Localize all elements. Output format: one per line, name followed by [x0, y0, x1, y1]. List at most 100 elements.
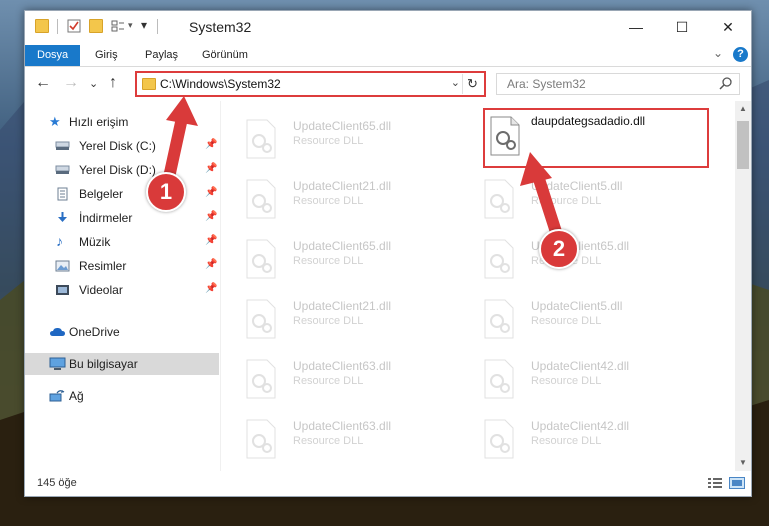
callout-1: 1: [146, 172, 186, 212]
dll-file-icon: [484, 179, 514, 219]
star-icon: ★: [49, 114, 61, 129]
file-tile[interactable]: UpdateClient42.dll Resource DLL: [459, 413, 695, 469]
title-bar: ▾ ▾ System32 — ☐ ✕: [25, 11, 751, 43]
sidebar-item-downloads[interactable]: İndirmeler 📌: [25, 207, 219, 229]
scrollbar-thumb[interactable]: [737, 121, 749, 169]
file-list: UpdateClient65.dll Resource DLL daupdate…: [221, 101, 735, 471]
file-tile-highlighted[interactable]: daupdategsadadio.dll: [483, 108, 709, 168]
file-tile[interactable]: UpdateClient5.dll Resource DLL: [459, 173, 695, 229]
chevron-down-icon[interactable]: ▾: [128, 20, 133, 31]
sidebar-item-label: Ağ: [69, 389, 84, 403]
search-input[interactable]: Ara: System32: [496, 73, 740, 95]
file-tile[interactable]: UpdateClient42.dll Resource DLL: [459, 353, 695, 409]
recent-locations-icon[interactable]: ⌄: [89, 77, 98, 90]
file-name: UpdateClient65.dll: [293, 119, 392, 133]
close-button[interactable]: ✕: [705, 15, 751, 39]
tab-home[interactable]: Giriş: [95, 45, 118, 66]
expand-ribbon-icon[interactable]: ⌄: [713, 46, 723, 60]
tiles-view-icon[interactable]: [729, 477, 745, 489]
pin-icon[interactable]: 📌: [205, 211, 217, 222]
file-name: UpdateClient63.dll: [293, 359, 392, 373]
computer-icon: [49, 357, 66, 370]
dll-file-icon: [490, 116, 520, 156]
sidebar-item-this-pc[interactable]: Bu bilgisayar: [25, 353, 219, 375]
item-count: 145 öğe: [37, 477, 77, 489]
music-icon: ♪: [56, 233, 63, 249]
sidebar-item-music[interactable]: ♪ Müzik 📌: [25, 231, 219, 253]
file-name: UpdateClient42.dll: [531, 359, 630, 373]
file-type: Resource DLL: [531, 435, 602, 447]
refresh-icon[interactable]: ↻: [462, 74, 482, 94]
help-button[interactable]: ?: [733, 47, 748, 62]
drive-icon: [55, 141, 70, 150]
maximize-button[interactable]: ☐: [659, 15, 705, 39]
vertical-scrollbar[interactable]: ▲ ▼: [735, 101, 751, 471]
documents-icon: [57, 187, 68, 201]
pin-icon[interactable]: 📌: [205, 163, 217, 174]
file-type: Resource DLL: [293, 135, 364, 147]
address-path[interactable]: C:\Windows\System32: [160, 77, 281, 91]
sidebar-item-quick-access[interactable]: ★ Hızlı erişim: [25, 111, 219, 133]
file-tile[interactable]: UpdateClient65.dll Resource DLL: [221, 113, 457, 169]
file-explorer-window: ▾ ▾ System32 — ☐ ✕ Dosya Giriş Paylaş Gö…: [24, 10, 752, 497]
up-arrow-icon[interactable]: ↑: [109, 74, 117, 92]
file-tile[interactable]: UpdateClient63.dll Resource DLL: [221, 413, 457, 469]
sidebar-item-documents[interactable]: Belgeler 📌: [25, 183, 219, 205]
file-name: UpdateClient21.dll: [293, 299, 392, 313]
dll-file-icon: [246, 239, 276, 279]
tab-share[interactable]: Paylaş: [145, 45, 178, 66]
sidebar-item-videos[interactable]: Videolar 📌: [25, 279, 219, 301]
sidebar-item-label: Müzik: [79, 235, 111, 249]
file-name: UpdateClient63.dll: [293, 419, 392, 433]
pin-icon[interactable]: 📌: [205, 187, 217, 198]
dll-file-icon: [246, 119, 276, 159]
search-placeholder: Ara: System32: [507, 77, 586, 91]
scroll-down-icon[interactable]: ▼: [735, 455, 751, 471]
toolbar-separator: [57, 19, 58, 34]
ribbon-tabs: Dosya Giriş Paylaş Görünüm ⌄ ?: [25, 43, 751, 67]
sidebar-item-label: Hızlı erişim: [69, 115, 129, 129]
address-dropdown-icon[interactable]: ⌄: [451, 76, 460, 89]
customize-toolbar-icon[interactable]: [111, 19, 125, 33]
file-type: Resource DLL: [531, 315, 602, 327]
pin-icon[interactable]: 📌: [205, 259, 217, 270]
sidebar-item-drive-d[interactable]: Yerel Disk (D:) 📌: [25, 159, 219, 181]
sidebar-item-network[interactable]: Ağ: [25, 385, 219, 407]
tab-file[interactable]: Dosya: [25, 45, 81, 66]
file-name: UpdateClient42.dll: [531, 419, 630, 433]
file-type: Resource DLL: [531, 375, 602, 387]
quick-access-dropdown-icon[interactable]: ▾: [141, 18, 147, 32]
scroll-up-icon[interactable]: ▲: [735, 101, 751, 117]
videos-icon: [56, 285, 69, 295]
file-type: Resource DLL: [293, 375, 364, 387]
details-view-icon[interactable]: [707, 477, 723, 489]
file-tile[interactable]: UpdateClient63.dll Resource DLL: [221, 353, 457, 409]
sidebar-item-label: İndirmeler: [79, 211, 133, 225]
sidebar-item-drive-c[interactable]: Yerel Disk (C:) 📌: [25, 135, 219, 157]
sidebar-item-label: Bu bilgisayar: [69, 357, 138, 371]
dll-file-icon: [484, 239, 514, 279]
address-bar[interactable]: C:\Windows\System32 ⌄ ↻: [135, 71, 486, 97]
sidebar-item-label: OneDrive: [69, 325, 120, 339]
sidebar-item-onedrive[interactable]: OneDrive: [25, 321, 219, 343]
new-folder-icon[interactable]: [89, 19, 103, 33]
folder-icon: [142, 78, 156, 90]
pin-icon[interactable]: 📌: [205, 283, 217, 294]
minimize-button[interactable]: —: [613, 15, 659, 39]
search-icon[interactable]: [719, 76, 733, 90]
drive-icon: [55, 165, 70, 174]
file-tile[interactable]: UpdateClient65.dll Resource DLL: [221, 233, 457, 289]
file-name: UpdateClient5.dll: [531, 299, 623, 313]
pin-icon[interactable]: 📌: [205, 235, 217, 246]
file-tile[interactable]: UpdateClient21.dll Resource DLL: [221, 173, 457, 229]
pin-icon[interactable]: 📌: [205, 139, 217, 150]
dll-file-icon: [484, 419, 514, 459]
properties-icon[interactable]: [67, 19, 81, 33]
tab-view[interactable]: Görünüm: [202, 45, 248, 66]
folder-icon: [35, 19, 49, 33]
sidebar-item-pictures[interactable]: Resimler 📌: [25, 255, 219, 277]
forward-arrow-icon[interactable]: →: [63, 74, 79, 92]
file-tile[interactable]: UpdateClient21.dll Resource DLL: [221, 293, 457, 349]
back-arrow-icon[interactable]: ←: [35, 74, 51, 92]
file-tile[interactable]: UpdateClient5.dll Resource DLL: [459, 293, 695, 349]
